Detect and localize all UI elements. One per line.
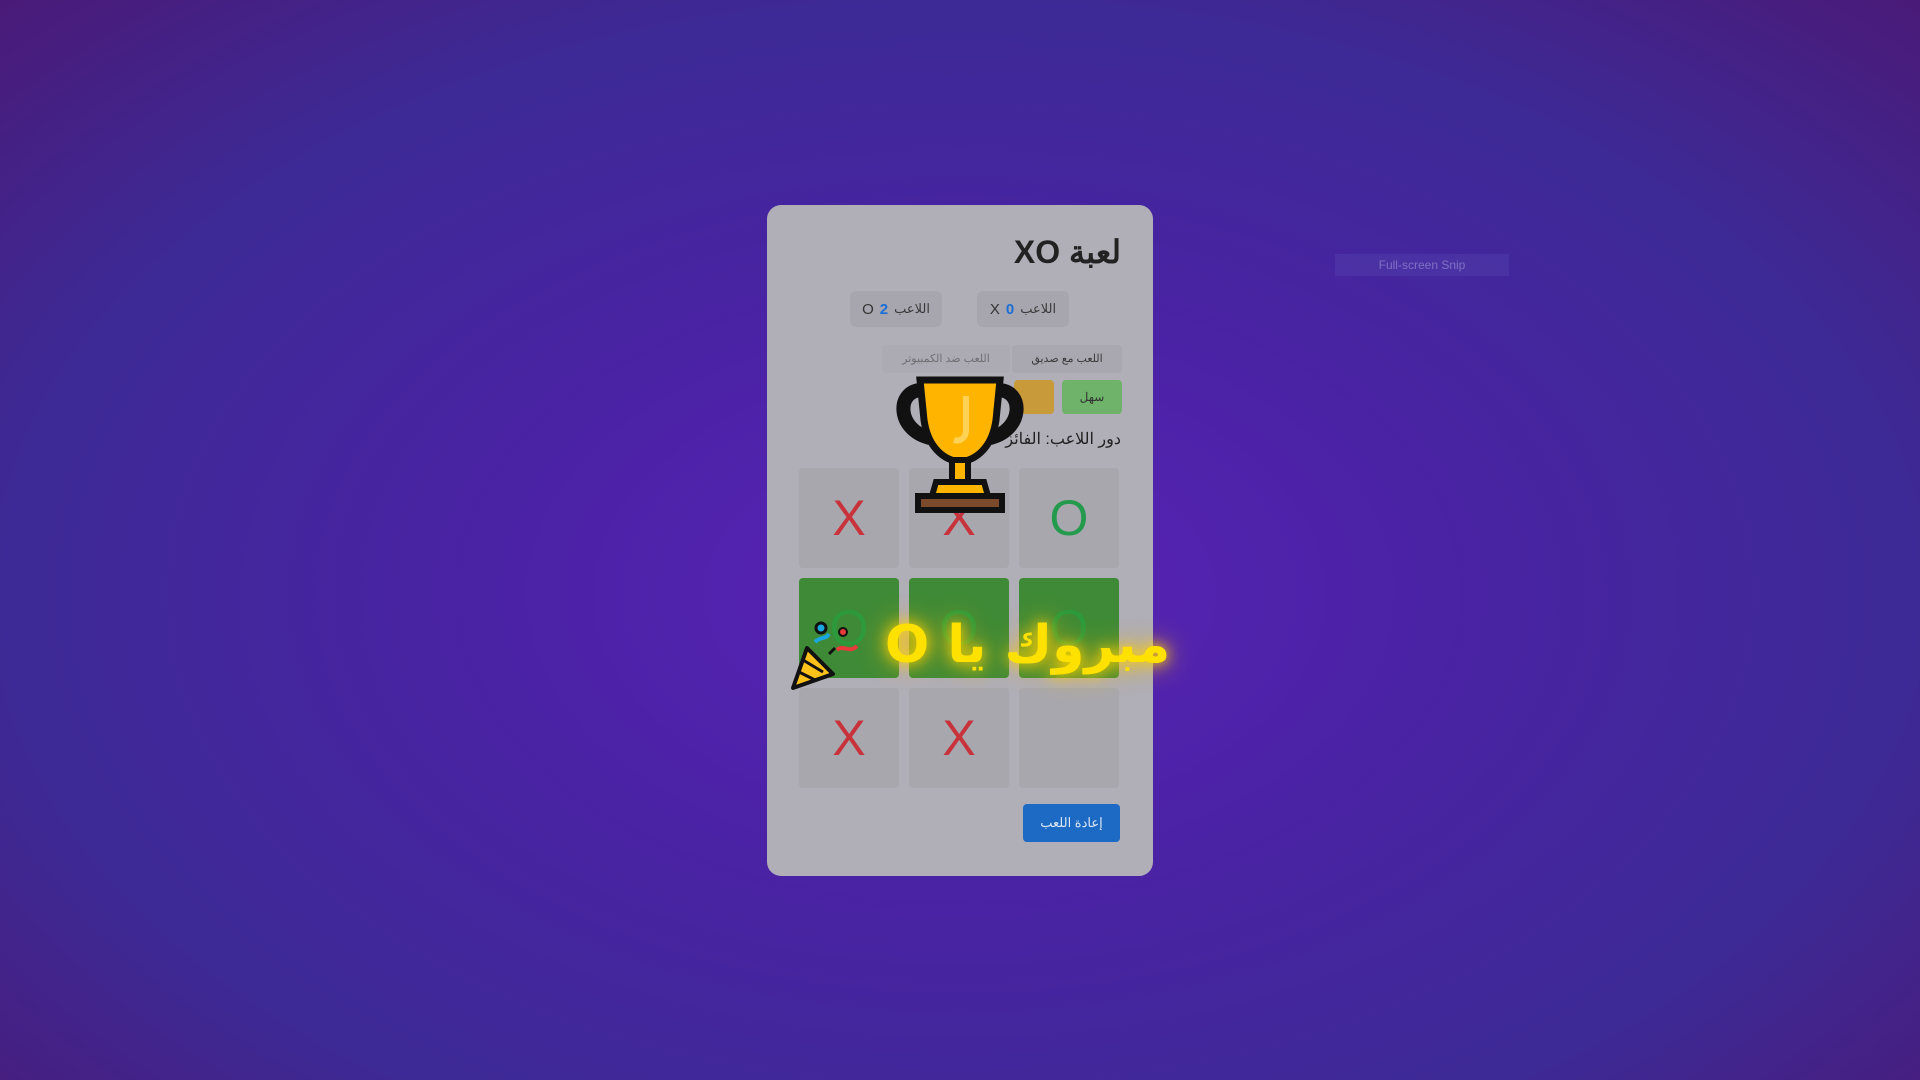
board-cell-9[interactable] [1019, 688, 1119, 788]
board-cell-8[interactable]: X [909, 688, 1009, 788]
game-title: لعبة XO [1013, 234, 1121, 270]
score-o-value: 2 [879, 300, 889, 318]
score-x-value: 0 [1005, 300, 1015, 318]
trophy-icon [896, 376, 1024, 513]
score-player-x: اللاعب 0 X [977, 291, 1069, 327]
score-o-symbol: O [862, 300, 874, 318]
party-popper-icon [791, 621, 859, 690]
congratulations-message: مبروك يا O [885, 615, 1171, 675]
cell-symbol: X [942, 710, 976, 766]
game-card: لعبة XO اللاعب 0 X اللاعب 2 O اللعب مع ص… [767, 205, 1153, 876]
score-o-label: اللاعب [894, 301, 930, 316]
board-cell-3[interactable]: O [1019, 468, 1119, 568]
score-x-symbol: X [989, 300, 1000, 318]
score-x-label: اللاعب [1020, 301, 1057, 316]
cell-symbol: X [832, 490, 866, 546]
full-screen-snip-label: Full-screen Snip [1335, 254, 1509, 276]
score-player-o: اللاعب 2 O [850, 291, 942, 327]
board-cell-1[interactable]: X [799, 468, 899, 568]
cell-symbol: O [1049, 490, 1089, 546]
restart-button[interactable]: إعادة اللعب [1023, 804, 1120, 842]
difficulty-easy-button[interactable]: سهل [1062, 380, 1122, 414]
cell-symbol: X [832, 710, 866, 766]
board-cell-7[interactable]: X [799, 688, 899, 788]
